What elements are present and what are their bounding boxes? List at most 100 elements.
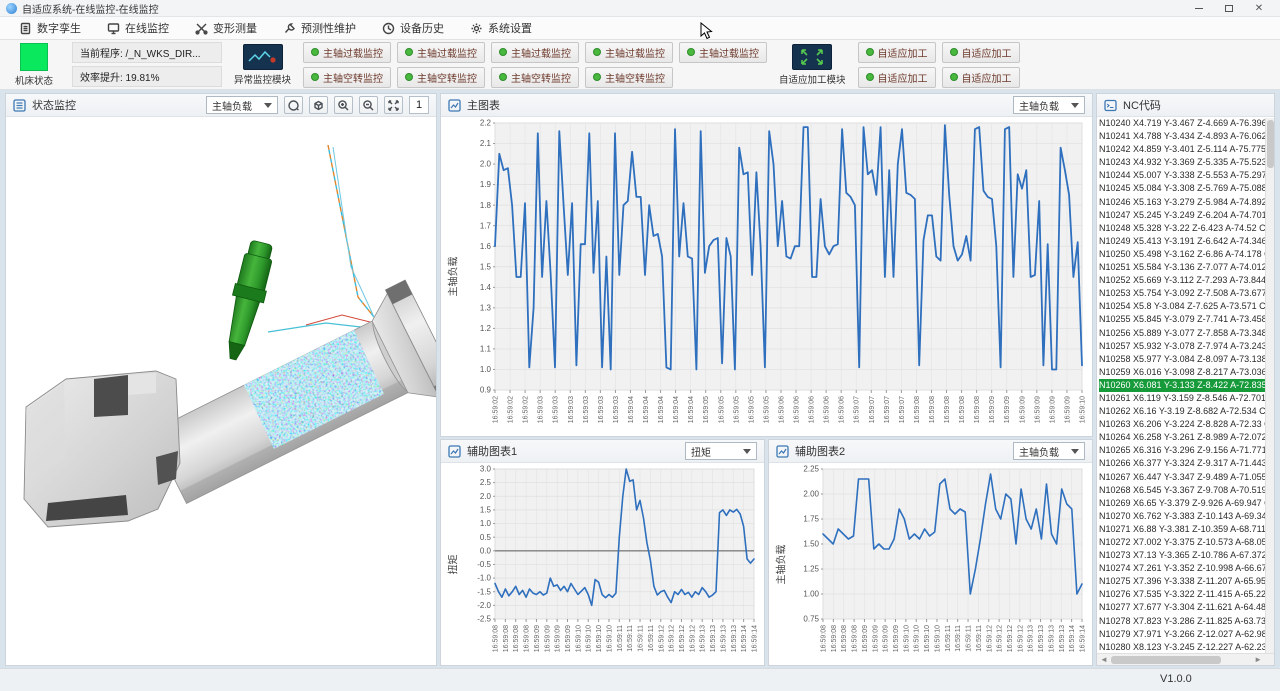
main-chart[interactable]: 0.91.01.11.21.31.41.51.61.71.81.92.02.12… bbox=[463, 117, 1092, 434]
nc-line[interactable]: N10246 X5.163 Y-3.279 Z-5.984 A-74.892 bbox=[1099, 196, 1274, 209]
nc-line[interactable]: N10278 X7.823 Y-3.286 Z-11.825 A-63.73 bbox=[1099, 615, 1274, 628]
fit-view-button[interactable] bbox=[384, 96, 403, 114]
nc-horizontal-scrollbar[interactable]: ◄ ► bbox=[1097, 653, 1274, 665]
minimize-button[interactable] bbox=[1184, 1, 1214, 16]
nc-line[interactable]: N10244 X5.007 Y-3.338 Z-5.553 A-75.297 bbox=[1099, 169, 1274, 182]
nc-line[interactable]: N10257 X5.932 Y-3.078 Z-7.974 A-73.243 bbox=[1099, 340, 1274, 353]
spindle-overload-monitor-button-3[interactable]: 主轴过载监控 bbox=[491, 42, 579, 63]
close-button[interactable]: ✕ bbox=[1244, 1, 1274, 16]
nc-line[interactable]: N10258 X5.977 Y-3.084 Z-8.097 A-73.138 bbox=[1099, 353, 1274, 366]
svg-text:16:59:09: 16:59:09 bbox=[862, 625, 869, 652]
mouse-cursor bbox=[700, 22, 713, 45]
pan-view-button[interactable] bbox=[284, 96, 303, 114]
svg-text:16:59:09: 16:59:09 bbox=[872, 625, 879, 652]
nc-line[interactable]: N10267 X6.447 Y-3.347 Z-9.489 A-71.055 bbox=[1099, 471, 1274, 484]
nc-line[interactable]: N10256 X5.889 Y-3.077 Z-7.858 A-73.348 bbox=[1099, 327, 1274, 340]
nc-line[interactable]: N10241 X4.788 Y-3.434 Z-4.893 A-76.062 bbox=[1099, 130, 1274, 143]
spindle-overload-monitor-button-2[interactable]: 主轴过载监控 bbox=[397, 42, 485, 63]
spindle-idle-monitor-button-1[interactable]: 主轴空转监控 bbox=[303, 67, 391, 88]
adaptive-machining-button-b-1[interactable]: 自适应加工 bbox=[858, 67, 936, 88]
adaptive-machining-button-2[interactable]: 自适应加工 bbox=[942, 42, 1020, 63]
nc-line-selected[interactable]: N10260 X6.081 Y-3.133 Z-8.422 A-72.835 bbox=[1099, 379, 1274, 392]
nc-vertical-scrollbar[interactable] bbox=[1265, 118, 1274, 653]
nc-line[interactable]: N10252 X5.669 Y-3.112 Z-7.293 A-73.844 bbox=[1099, 274, 1274, 287]
status-dot-icon bbox=[950, 48, 958, 56]
aux-chart1[interactable]: -2.5-2.0-1.5-1.0-0.50.00.51.01.52.02.53.… bbox=[463, 463, 764, 663]
program-info-block: 当前程序: /_N_WKS_DIR... 效率提升: 19.81% bbox=[72, 42, 222, 87]
status-metric-dropdown[interactable]: 主轴负载 bbox=[206, 96, 278, 114]
nc-line[interactable]: N10243 X4.932 Y-3.369 Z-5.335 A-75.523 bbox=[1099, 156, 1274, 169]
aux-chart2[interactable]: 0.751.001.251.501.752.002.2516:59:0816:5… bbox=[791, 463, 1092, 663]
nc-line[interactable]: N10273 X7.13 Y-3.365 Z-10.786 A-67.372 bbox=[1099, 549, 1274, 562]
nc-line[interactable]: N10253 X5.754 Y-3.092 Z-7.508 A-73.677 bbox=[1099, 287, 1274, 300]
adaptive-module-block[interactable]: 自适应加工模块 bbox=[779, 44, 846, 86]
nc-line[interactable]: N10251 X5.584 Y-3.136 Z-7.077 A-74.012 bbox=[1099, 261, 1274, 274]
spindle-overload-monitor-button-5[interactable]: 主轴过载监控 bbox=[679, 42, 767, 63]
menu-item-4[interactable]: 预测性维护 bbox=[272, 17, 367, 39]
nc-line[interactable]: N10255 X5.845 Y-3.079 Z-7.741 A-73.458 bbox=[1099, 313, 1274, 326]
adaptive-machining-button-b-2[interactable]: 自适应加工 bbox=[942, 67, 1020, 88]
svg-text:16:59:11: 16:59:11 bbox=[627, 625, 634, 652]
nc-line[interactable]: N10276 X7.535 Y-3.322 Z-11.415 A-65.22 bbox=[1099, 588, 1274, 601]
main-chart-metric-dropdown[interactable]: 主轴负载 bbox=[1013, 96, 1085, 114]
menu-item-2[interactable]: 在线监控 bbox=[96, 17, 180, 39]
svg-text:16:59:09: 16:59:09 bbox=[883, 625, 890, 652]
nc-line[interactable]: N10261 X6.119 Y-3.159 Z-8.546 A-72.701 bbox=[1099, 392, 1274, 405]
nc-code-list[interactable]: N10240 X4.719 Y-3.467 Z-4.669 A-76.396N1… bbox=[1097, 117, 1274, 653]
aux-chart1-metric-dropdown[interactable]: 扭矩 bbox=[685, 442, 757, 460]
svg-text:16:59:08: 16:59:08 bbox=[959, 396, 966, 423]
nc-line[interactable]: N10263 X6.206 Y-3.224 Z-8.828 A-72.33 C bbox=[1099, 418, 1274, 431]
nc-line[interactable]: N10277 X7.677 Y-3.304 Z-11.621 A-64.48 bbox=[1099, 601, 1274, 614]
nc-line[interactable]: N10272 X7.002 Y-3.375 Z-10.573 A-68.05 bbox=[1099, 536, 1274, 549]
aux-chart1-ylabel: 扭矩 bbox=[441, 463, 463, 665]
nc-line[interactable]: N10240 X4.719 Y-3.467 Z-4.669 A-76.396 bbox=[1099, 117, 1274, 130]
menu-item-6[interactable]: 系统设置 bbox=[459, 17, 543, 39]
svg-text:2.1: 2.1 bbox=[480, 139, 492, 148]
nc-line[interactable]: N10280 X8.123 Y-3.245 Z-12.227 A-62.23 bbox=[1099, 641, 1274, 653]
menu-item-5[interactable]: 设备历史 bbox=[371, 17, 455, 39]
spindle-overload-monitor-button-4[interactable]: 主轴过载监控 bbox=[585, 42, 673, 63]
nc-line[interactable]: N10259 X6.016 Y-3.098 Z-8.217 A-73.036 bbox=[1099, 366, 1274, 379]
nc-vscroll-thumb[interactable] bbox=[1267, 120, 1274, 168]
spindle-idle-monitor-button-4[interactable]: 主轴空转监控 bbox=[585, 67, 673, 88]
nc-line[interactable]: N10242 X4.859 Y-3.401 Z-5.114 A-75.775 bbox=[1099, 143, 1274, 156]
nc-line[interactable]: N10249 X5.413 Y-3.191 Z-6.642 A-74.346 bbox=[1099, 235, 1274, 248]
model-3d-viewport[interactable] bbox=[6, 117, 436, 665]
nc-line[interactable]: N10270 X6.762 Y-3.383 Z-10.143 A-69.34 bbox=[1099, 510, 1274, 523]
menu-item-1[interactable]: 数字孪生 bbox=[8, 17, 92, 39]
nc-line[interactable]: N10247 X5.245 Y-3.249 Z-6.204 A-74.701 bbox=[1099, 209, 1274, 222]
nc-line[interactable]: N10271 X6.88 Y-3.381 Z-10.359 A-68.711 bbox=[1099, 523, 1274, 536]
spindle-idle-monitor-button-2[interactable]: 主轴空转监控 bbox=[397, 67, 485, 88]
aux-chart2-metric-dropdown[interactable]: 主轴负载 bbox=[1013, 442, 1085, 460]
nc-line[interactable]: N10266 X6.377 Y-3.324 Z-9.317 A-71.443 bbox=[1099, 457, 1274, 470]
menu-item-3[interactable]: 变形测量 bbox=[184, 17, 268, 39]
svg-text:16:59:12: 16:59:12 bbox=[1007, 625, 1014, 652]
spindle-idle-monitor-button-3[interactable]: 主轴空转监控 bbox=[491, 67, 579, 88]
nc-line[interactable]: N10275 X7.396 Y-3.338 Z-11.207 A-65.95 bbox=[1099, 575, 1274, 588]
nc-line[interactable]: N10250 X5.498 Y-3.162 Z-6.86 A-74.178 C bbox=[1099, 248, 1274, 261]
scroll-right-icon[interactable]: ► bbox=[1254, 655, 1262, 664]
spindle-overload-monitor-button-1[interactable]: 主轴过载监控 bbox=[303, 42, 391, 63]
nc-line[interactable]: N10279 X7.971 Y-3.266 Z-12.027 A-62.98 bbox=[1099, 628, 1274, 641]
nc-line[interactable]: N10264 X6.258 Y-3.261 Z-8.989 A-72.072 bbox=[1099, 431, 1274, 444]
svg-text:16:59:08: 16:59:08 bbox=[914, 396, 921, 423]
adaptive-machining-button-1[interactable]: 自适应加工 bbox=[858, 42, 936, 63]
maximize-button[interactable] bbox=[1214, 1, 1244, 16]
view-scale-input[interactable] bbox=[409, 96, 429, 114]
abnormal-module-block[interactable]: 异常监控模块 bbox=[234, 44, 291, 86]
nc-line[interactable]: N10268 X6.545 Y-3.367 Z-9.708 A-70.519 bbox=[1099, 484, 1274, 497]
nc-line[interactable]: N10262 X6.16 Y-3.19 Z-8.682 A-72.534 C bbox=[1099, 405, 1274, 418]
scroll-left-icon[interactable]: ◄ bbox=[1100, 655, 1108, 664]
svg-text:16:59:08: 16:59:08 bbox=[821, 625, 828, 652]
nc-line[interactable]: N10248 X5.328 Y-3.22 Z-6.423 A-74.52 C bbox=[1099, 222, 1274, 235]
nc-line[interactable]: N10269 X6.65 Y-3.379 Z-9.926 A-69.947 C bbox=[1099, 497, 1274, 510]
nc-hscroll-thumb[interactable] bbox=[1111, 656, 1221, 664]
nc-line[interactable]: N10265 X6.316 Y-3.296 Z-9.156 A-71.771 bbox=[1099, 444, 1274, 457]
rotate-view-button[interactable] bbox=[309, 96, 328, 114]
nc-line[interactable]: N10274 X7.261 Y-3.352 Z-10.998 A-66.67 bbox=[1099, 562, 1274, 575]
nc-line[interactable]: N10245 X5.084 Y-3.308 Z-5.769 A-75.088 bbox=[1099, 182, 1274, 195]
zoom-in-button[interactable] bbox=[334, 96, 353, 114]
zoom-out-button[interactable] bbox=[359, 96, 378, 114]
status-monitor-panel: 状态监控 主轴负载 bbox=[5, 93, 437, 666]
nc-line[interactable]: N10254 X5.8 Y-3.084 Z-7.625 A-73.571 C bbox=[1099, 300, 1274, 313]
